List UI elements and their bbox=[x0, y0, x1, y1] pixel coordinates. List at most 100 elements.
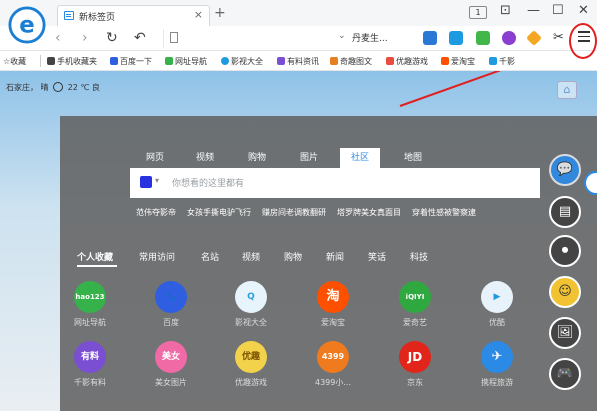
app-tile[interactable]: Q 影视大全 bbox=[221, 281, 281, 328]
youqu-games-icon: 优趣 bbox=[235, 341, 267, 373]
app-tile[interactable]: ✈ 携程旅游 bbox=[467, 341, 527, 388]
bookmark-item[interactable]: 爱淘宝 bbox=[441, 56, 475, 67]
refresh-button[interactable]: ↻ bbox=[106, 30, 118, 46]
hot-word[interactable]: 塔罗牌美女真面目 bbox=[337, 207, 401, 218]
search-button[interactable] bbox=[584, 171, 597, 195]
tab-frequent[interactable]: 常用访问 bbox=[139, 250, 175, 263]
engine-dropdown-icon[interactable]: ▾ bbox=[155, 176, 159, 185]
forward-button[interactable]: › bbox=[82, 30, 88, 46]
iqiyi-icon: iQIYI bbox=[399, 281, 431, 313]
bookmark-item[interactable]: 千影 bbox=[489, 56, 515, 67]
hot-word[interactable]: 范伟夺影帝 bbox=[136, 207, 176, 218]
baidu-icon bbox=[110, 57, 118, 65]
search-engine-field[interactable]: 丹麦生... bbox=[352, 31, 388, 44]
undo-button[interactable]: ↶ bbox=[134, 30, 146, 46]
baidu-paw-icon: 🐾 bbox=[155, 281, 187, 313]
active-tab-underline bbox=[77, 265, 117, 267]
beauty-pictures-icon: 美女 bbox=[155, 341, 187, 373]
video-encyclopedia-icon: Q bbox=[235, 281, 267, 313]
tab-close-icon[interactable]: × bbox=[194, 8, 203, 21]
app-tile[interactable]: 有料 千影有料 bbox=[60, 341, 120, 388]
taobao-icon: 淘 bbox=[317, 281, 349, 313]
news-icon[interactable]: ▤ bbox=[549, 196, 581, 228]
start-panel: 网页 视频 购物 图片 社区 地图 ▾ 你想看的这里都有 范伟夺影帝 女孩手撕电驴… bbox=[60, 116, 597, 411]
address-bar: ‹ › ↻ ↶ ⌄ 丹麦生... ✂ bbox=[0, 26, 597, 51]
svg-text:e: e bbox=[19, 13, 34, 39]
qianying-icon bbox=[489, 57, 497, 65]
title-bar: e 新标签页 × + 1 ⊡ — ☐ ✕ bbox=[0, 0, 597, 44]
bookmark-divider bbox=[40, 55, 41, 67]
hao123-icon: hao123 bbox=[74, 281, 106, 313]
news-icon bbox=[277, 57, 285, 65]
bookmark-item[interactable]: 有料资讯 bbox=[277, 56, 319, 67]
game-icon bbox=[386, 57, 394, 65]
baidu-icon[interactable] bbox=[140, 176, 152, 188]
hot-words: 范伟夺影帝 女孩手撕电驴飞行 赚房间老调教翻研 塔罗牌美女真面目 穿着性感被警察逮 bbox=[136, 207, 487, 218]
tab-news[interactable]: 新闻 bbox=[326, 250, 344, 263]
phone-icon bbox=[47, 57, 55, 65]
new-tab-button[interactable]: + bbox=[214, 5, 226, 21]
minimize-button[interactable]: — bbox=[527, 3, 540, 18]
tab-famous-sites[interactable]: 名站 bbox=[201, 250, 219, 263]
tab-shopping[interactable]: 购物 bbox=[284, 250, 302, 263]
search-tab-shopping[interactable]: 购物 bbox=[237, 148, 277, 168]
address-dropdown-icon[interactable]: ⌄ bbox=[338, 31, 346, 41]
search-tab-image[interactable]: 图片 bbox=[289, 148, 329, 168]
app-tile[interactable]: 4399 4399小... bbox=[303, 341, 363, 388]
qianying-icon: 有料 bbox=[74, 341, 106, 373]
close-button[interactable]: ✕ bbox=[578, 3, 589, 18]
app-tile[interactable]: 🐾 百度 bbox=[141, 281, 201, 328]
tab-video[interactable]: 视频 bbox=[242, 250, 260, 263]
page-icon bbox=[170, 32, 178, 43]
scissors-icon[interactable]: ✂ bbox=[553, 30, 564, 45]
jd-icon: JD bbox=[399, 341, 431, 373]
video-icon[interactable]: ⏺ bbox=[549, 235, 581, 267]
favorite-extension-icon[interactable] bbox=[526, 30, 542, 46]
smile-icon[interactable]: ☺ bbox=[549, 276, 581, 308]
new-tab-icon bbox=[64, 11, 74, 20]
bookmark-item[interactable]: 影视大全 bbox=[221, 56, 263, 67]
tab-tech[interactable]: 科技 bbox=[410, 250, 428, 263]
favorites-button[interactable]: ☆收藏 bbox=[3, 56, 26, 67]
video-extension-icon[interactable] bbox=[502, 31, 516, 45]
search-tab-community[interactable]: 社区 bbox=[340, 148, 380, 168]
search-tab-video[interactable]: 视频 bbox=[185, 148, 225, 168]
search-tab-web[interactable]: 网页 bbox=[135, 148, 175, 168]
iqiyi-extension-icon[interactable] bbox=[476, 31, 490, 45]
game-icon[interactable]: 🎮 bbox=[549, 358, 581, 390]
bookmark-item[interactable]: 网址导航 bbox=[165, 56, 207, 67]
hot-word[interactable]: 女孩手撕电驴飞行 bbox=[187, 207, 251, 218]
apps-grid-icon[interactable] bbox=[423, 31, 437, 45]
app-tile[interactable]: hao123 网址导航 bbox=[60, 281, 120, 328]
bookmark-bar: ☆收藏 手机收藏夹 百度一下 网址导航 影视大全 有料资讯 奇趣图文 优趣游戏 … bbox=[0, 51, 597, 71]
tab-jokes[interactable]: 笑话 bbox=[368, 250, 386, 263]
bookmark-item[interactable]: 手机收藏夹 bbox=[47, 56, 97, 67]
hot-word[interactable]: 赚房间老调教翻研 bbox=[262, 207, 326, 218]
picture-icon[interactable]: 🖼 bbox=[549, 317, 581, 349]
app-tile[interactable]: 优趣 优趣游戏 bbox=[221, 341, 281, 388]
maximize-button[interactable]: ☐ bbox=[552, 3, 564, 18]
tab-personal-favorites[interactable]: 个人收藏 bbox=[77, 250, 113, 263]
app-tile[interactable]: 美女 美女图片 bbox=[141, 341, 201, 388]
extension-icon-1[interactable] bbox=[449, 31, 463, 45]
tab-new-tab[interactable]: 新标签页 × bbox=[57, 5, 210, 26]
4399-icon: 4399 bbox=[317, 341, 349, 373]
app-tile[interactable]: ▶ 优酷 bbox=[467, 281, 527, 328]
back-button[interactable]: ‹ bbox=[55, 30, 61, 46]
window-count-badge[interactable]: 1 bbox=[469, 6, 487, 19]
nav-icon bbox=[165, 57, 173, 65]
app-tile[interactable]: iQIYI 爱奇艺 bbox=[385, 281, 445, 328]
search-tab-map[interactable]: 地图 bbox=[393, 148, 433, 168]
tab-title: 新标签页 bbox=[79, 13, 116, 23]
video-icon bbox=[221, 57, 229, 65]
hot-word[interactable]: 穿着性感被警察逮 bbox=[412, 207, 476, 218]
bookmark-item[interactable]: 优趣游戏 bbox=[386, 56, 428, 67]
app-tile[interactable]: JD 京东 bbox=[385, 341, 445, 388]
app-tile[interactable]: 淘爱淘宝 bbox=[303, 281, 363, 328]
search-input[interactable]: 你想看的这里都有 bbox=[172, 176, 244, 189]
chat-window-icon[interactable]: ⊡ bbox=[500, 3, 511, 18]
search-box: ▾ 你想看的这里都有 bbox=[130, 168, 540, 198]
bookmark-item[interactable]: 百度一下 bbox=[110, 56, 152, 67]
bookmark-item[interactable]: 奇趣图文 bbox=[330, 56, 372, 67]
chat-icon[interactable]: 💬 bbox=[549, 154, 581, 186]
